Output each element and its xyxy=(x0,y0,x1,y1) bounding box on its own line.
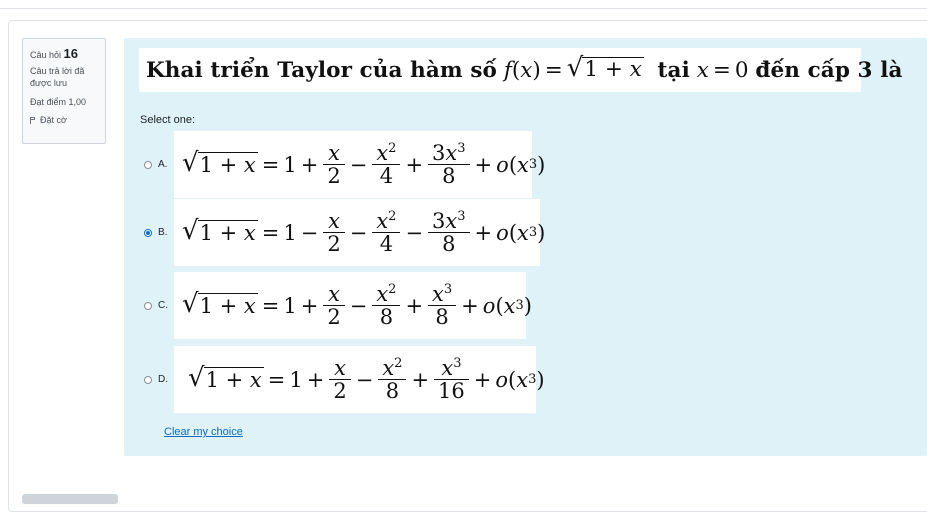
option-b[interactable]: B. √ 1 + x = 1− x2 − x2 4 − 3x3 8 + o(x 3) xyxy=(144,199,545,266)
option-d-letter: D. xyxy=(158,374,168,385)
flag-label: Đặt cờ xyxy=(40,114,67,125)
option-c-radio[interactable] xyxy=(144,301,152,310)
top-divider xyxy=(0,8,927,9)
next-button-partial[interactable] xyxy=(22,494,118,504)
question-state: Câu trả lời đã được lưu xyxy=(30,65,85,88)
option-a[interactable]: A. √ 1 + x = 1 + x2 − x2 4 + 3x3 8 + o(x 3) xyxy=(144,131,545,198)
option-a-formula[interactable]: √ 1 + x = 1 + x2 − x2 4 + 3x3 8 + o(x 3) xyxy=(174,131,545,198)
question-info-panel: Câu hỏi 16 Câu trả lời đã được lưu Đạt đ… xyxy=(22,38,106,144)
sqrt-expression: √ 1 + x xyxy=(566,53,644,83)
option-c-formula[interactable]: √ 1 + x = 1 + x2 − x2 8 + x3 8 + o(x 3) xyxy=(174,272,532,339)
select-one-prompt: Select one: xyxy=(140,114,196,126)
question-content: Khai triển Taylor của hàm số f(x) = √ 1 + x… xyxy=(124,38,927,456)
option-d-formula[interactable]: √ 1 + x = 1 + x2 − x2 8 + x3 16 + o(x 3) xyxy=(174,346,545,413)
question-number: Câu hỏi 16 xyxy=(30,46,79,61)
option-b-letter: B. xyxy=(158,227,168,238)
clear-choice-link[interactable]: Clear my choice xyxy=(164,426,243,438)
option-c[interactable]: C. √ 1 + x = 1 + x2 − x2 8 + x3 8 + o(x 3) xyxy=(144,272,532,339)
question-grade: Đạt điểm 1,00 xyxy=(30,96,87,107)
option-b-radio[interactable] xyxy=(144,228,152,237)
option-a-letter: A. xyxy=(158,159,168,170)
question-text: Khai triển Taylor của hàm số f(x) = √ 1 + x… xyxy=(139,48,902,92)
option-c-letter: C. xyxy=(158,300,168,311)
flag-icon xyxy=(30,116,37,124)
option-b-formula[interactable]: √ 1 + x = 1− x2 − x2 4 − 3x3 8 + o(x 3) xyxy=(174,199,545,266)
flag-question-button[interactable]: Đặt cờ xyxy=(30,114,98,126)
option-a-radio[interactable] xyxy=(144,160,152,169)
option-d-radio[interactable] xyxy=(144,375,152,384)
option-d[interactable]: D. √ 1 + x = 1 + x2 − x2 8 + x3 16 + o(x 3) xyxy=(144,346,545,413)
